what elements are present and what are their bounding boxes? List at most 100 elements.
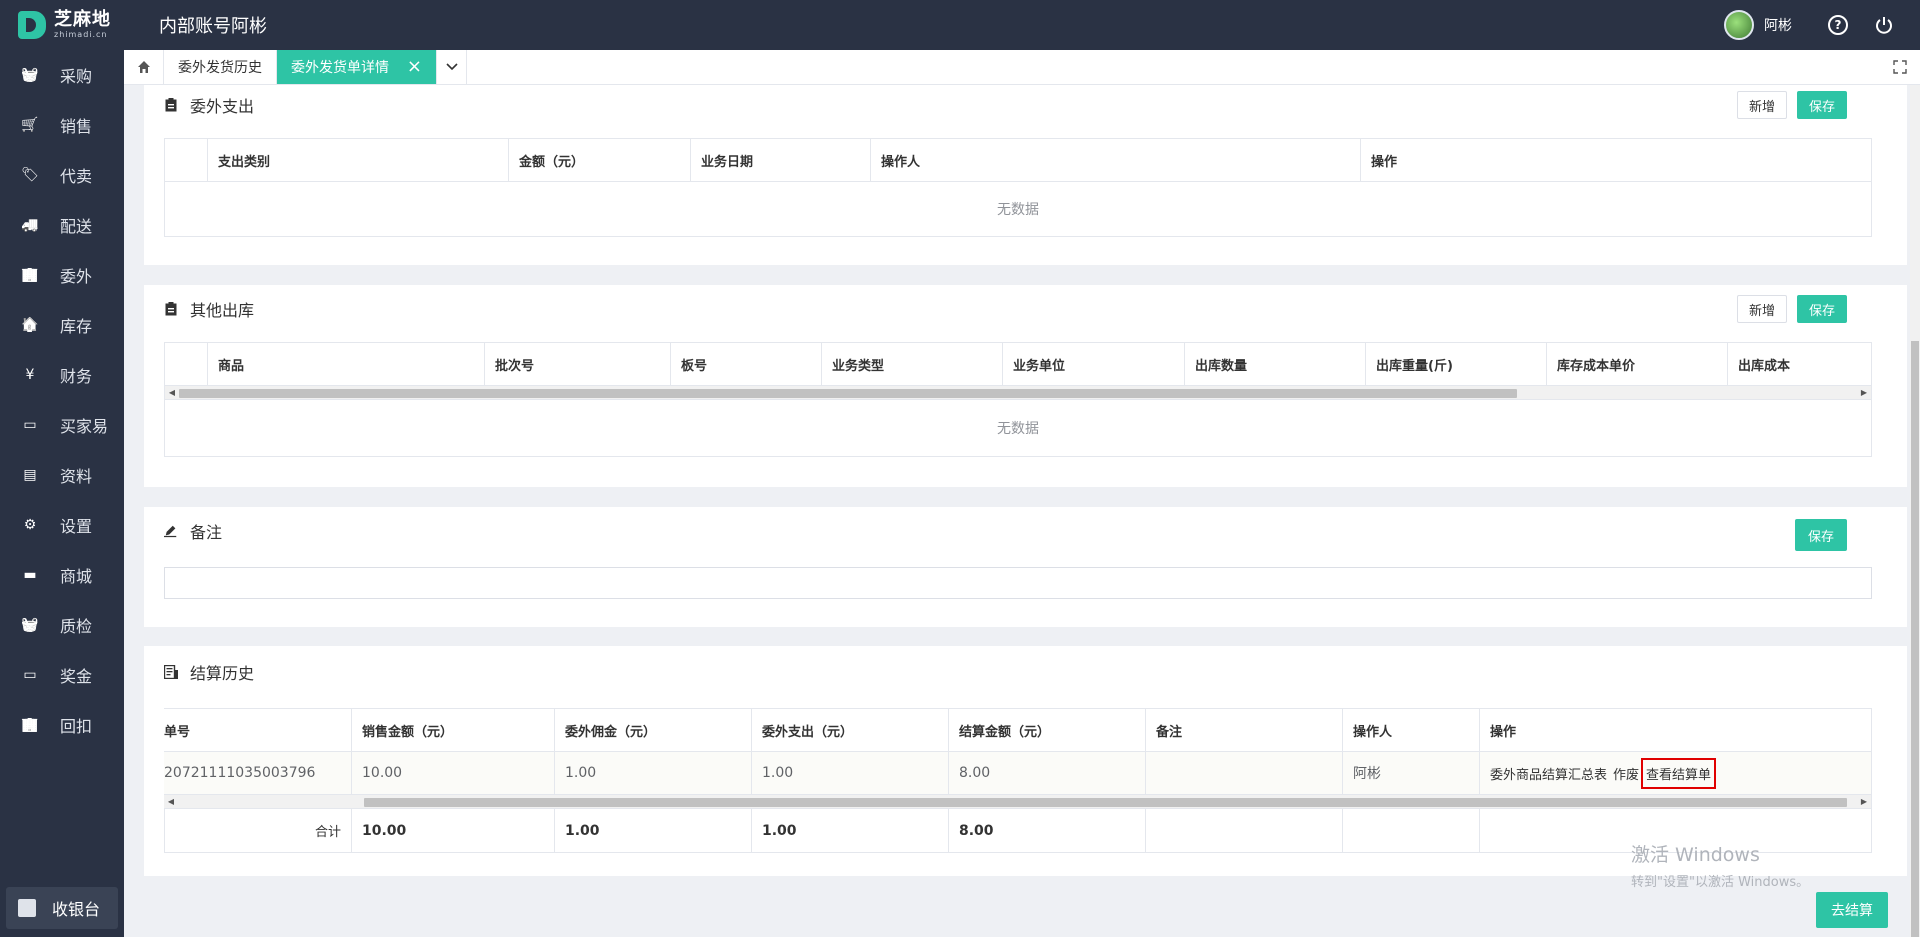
- activation-watermark: 激活 Windows 转到"设置"以激活 Windows。: [1631, 844, 1810, 890]
- expense-table: 支出类别 金额（元） 业务日期 操作人 操作 无数据: [164, 138, 1872, 237]
- home-tab[interactable]: [124, 50, 164, 84]
- sidebar-item-label: 买家易: [60, 417, 109, 436]
- help-icon[interactable]: ?: [1828, 15, 1848, 35]
- sidebar-item-label: 奖金: [60, 667, 93, 686]
- page-scrollbar[interactable]: [1910, 85, 1920, 937]
- home-icon: [137, 61, 150, 73]
- sidebar-item-13[interactable]: 🏢 回扣: [0, 700, 124, 750]
- sidebar-item-label: 设置: [60, 517, 93, 536]
- tag-icon: 🏷: [21, 167, 39, 183]
- warehouse-icon: 🏠: [21, 317, 39, 333]
- sidebar-item-3[interactable]: 🚚 配送: [0, 200, 124, 250]
- sidebar-item-4[interactable]: 🏢 委外: [0, 250, 124, 300]
- username[interactable]: 阿彬: [1764, 15, 1792, 35]
- scrollbar-thumb[interactable]: [179, 389, 1517, 398]
- section-title: 委外支出: [190, 97, 255, 116]
- yen-icon: ¥: [25, 367, 35, 383]
- printer-icon: ▤: [23, 467, 37, 483]
- sidebar-item-10[interactable]: ▬ 商城: [0, 550, 124, 600]
- order-number: 20721111035003796: [164, 752, 352, 794]
- cashier-button[interactable]: 收银台: [6, 887, 118, 929]
- tab-bar: 委外发货历史 委外发货单详情 ×: [124, 50, 1920, 85]
- sidebar-item-0[interactable]: 🧺 采购: [0, 50, 124, 100]
- truck-icon: 🚚: [21, 217, 39, 233]
- scroll-right-icon[interactable]: ▶: [1857, 386, 1871, 400]
- brand-logo[interactable]: 芝麻地 zhimadi.cn: [0, 0, 124, 50]
- edit-icon: [164, 523, 178, 539]
- table-header: 单号 销售金额（元） 委外佣金（元） 委外支出（元） 结算金额（元） 备注 操作…: [164, 709, 1871, 752]
- void-link[interactable]: 作废: [1613, 764, 1639, 783]
- building-return-icon: 🏢: [21, 717, 39, 733]
- view-settlement-link[interactable]: 查看结算单: [1641, 757, 1717, 789]
- table-header: 商品 批次号 板号 业务类型 业务单位 出库数量 出库重量(斤) 库存成本单价 …: [165, 343, 1871, 386]
- clipboard-icon: [164, 301, 178, 317]
- sidebar-item-label: 回扣: [60, 717, 93, 736]
- basket-check-icon: 🧺: [21, 617, 39, 633]
- tabs-dropdown[interactable]: [437, 50, 467, 84]
- horizontal-scrollbar[interactable]: ◀ ▶: [164, 795, 1871, 809]
- basket-icon: 🧺: [21, 67, 39, 83]
- tab-outsourcing-detail[interactable]: 委外发货单详情 ×: [277, 50, 437, 84]
- section-title: 备注: [190, 523, 223, 542]
- settle-button[interactable]: 去结算: [1816, 892, 1888, 928]
- horizontal-scrollbar[interactable]: ◀ ▶: [165, 386, 1871, 400]
- add-button[interactable]: 新增: [1737, 91, 1787, 119]
- logo-icon: [18, 11, 46, 39]
- avatar[interactable]: [1724, 10, 1754, 40]
- tab-outsourcing-history[interactable]: 委外发货历史: [164, 50, 277, 84]
- scroll-right-icon[interactable]: ▶: [1857, 795, 1871, 809]
- sidebar-item-2[interactable]: 🏷 代卖: [0, 150, 124, 200]
- section-title: 结算历史: [190, 664, 255, 683]
- sidebar-item-label: 采购: [60, 67, 93, 86]
- scroll-left-icon[interactable]: ◀: [164, 795, 178, 809]
- save-button[interactable]: 保存: [1797, 91, 1847, 119]
- sidebar-item-label: 销售: [60, 117, 93, 136]
- chevron-down-icon: [445, 63, 458, 71]
- wallet-icon: ▭: [23, 667, 37, 683]
- document-list-icon: [164, 664, 178, 680]
- brand-name: 芝麻地: [54, 9, 111, 30]
- cashier-icon: [18, 899, 36, 917]
- store-icon: ▭: [23, 417, 37, 433]
- close-icon[interactable]: ×: [407, 58, 422, 76]
- sidebar-item-9[interactable]: ⚙ 设置: [0, 500, 124, 550]
- add-button[interactable]: 新增: [1737, 295, 1787, 323]
- empty-text: 无数据: [997, 202, 1039, 218]
- scroll-left-icon[interactable]: ◀: [165, 386, 179, 400]
- sidebar-item-11[interactable]: 🧺 质检: [0, 600, 124, 650]
- fullscreen-icon: [1893, 60, 1907, 74]
- cart-icon: 🛒: [21, 117, 39, 133]
- sidebar: 🧺 采购 🛒 销售 🏷 代卖 🚚 配送 🏢 委外 🏠 库存 ¥ 财务 ▭ 买家易 ▤ 资料 ⚙ 设置 ▬ 商城 🧺 质检 ▭ 奖金…: [0, 50, 124, 937]
- cashier-label: 收银台: [52, 900, 101, 919]
- section-title: 其他出库: [190, 301, 255, 320]
- sidebar-item-12[interactable]: ▭ 奖金: [0, 650, 124, 700]
- building-icon: 🏢: [21, 267, 39, 283]
- sidebar-item-5[interactable]: 🏠 库存: [0, 300, 124, 350]
- brand-domain: zhimadi.cn: [54, 30, 108, 39]
- other-outbound-table: 商品 批次号 板号 业务类型 业务单位 出库数量 出库重量(斤) 库存成本单价 …: [164, 342, 1872, 457]
- sidebar-item-label: 资料: [60, 467, 93, 486]
- remark-card: 备注 保存: [144, 507, 1907, 627]
- sidebar-item-1[interactable]: 🛒 销售: [0, 100, 124, 150]
- fullscreen-button[interactable]: [1880, 50, 1920, 84]
- outsourcing-expense-card: 委外支出 新增 保存 支出类别 金额（元） 业务日期 操作人 操作 无数据: [144, 85, 1907, 265]
- save-button[interactable]: 保存: [1797, 295, 1847, 323]
- sidebar-item-6[interactable]: ¥ 财务: [0, 350, 124, 400]
- empty-text: 无数据: [997, 421, 1039, 437]
- power-icon[interactable]: [1874, 15, 1894, 35]
- save-button[interactable]: 保存: [1795, 519, 1847, 551]
- table-header: 支出类别 金额（元） 业务日期 操作人 操作: [165, 139, 1871, 182]
- app-title: 内部账号阿彬: [159, 16, 267, 37]
- sidebar-item-label: 商城: [60, 567, 93, 586]
- sidebar-item-7[interactable]: ▭ 买家易: [0, 400, 124, 450]
- other-outbound-card: 其他出库 新增 保存 商品 批次号 板号 业务类型 业务单位 出库数量 出库重量…: [144, 285, 1907, 487]
- sidebar-item-label: 质检: [60, 617, 93, 636]
- remark-input[interactable]: [164, 567, 1872, 599]
- sidebar-item-label: 财务: [60, 367, 93, 386]
- scrollbar-thumb[interactable]: [1911, 341, 1919, 937]
- summary-report-link[interactable]: 委外商品结算汇总表: [1490, 764, 1607, 783]
- sidebar-item-8[interactable]: ▤ 资料: [0, 450, 124, 500]
- shop-icon: ▬: [23, 567, 37, 583]
- gear-icon: ⚙: [23, 517, 37, 533]
- scrollbar-thumb[interactable]: [364, 798, 1847, 807]
